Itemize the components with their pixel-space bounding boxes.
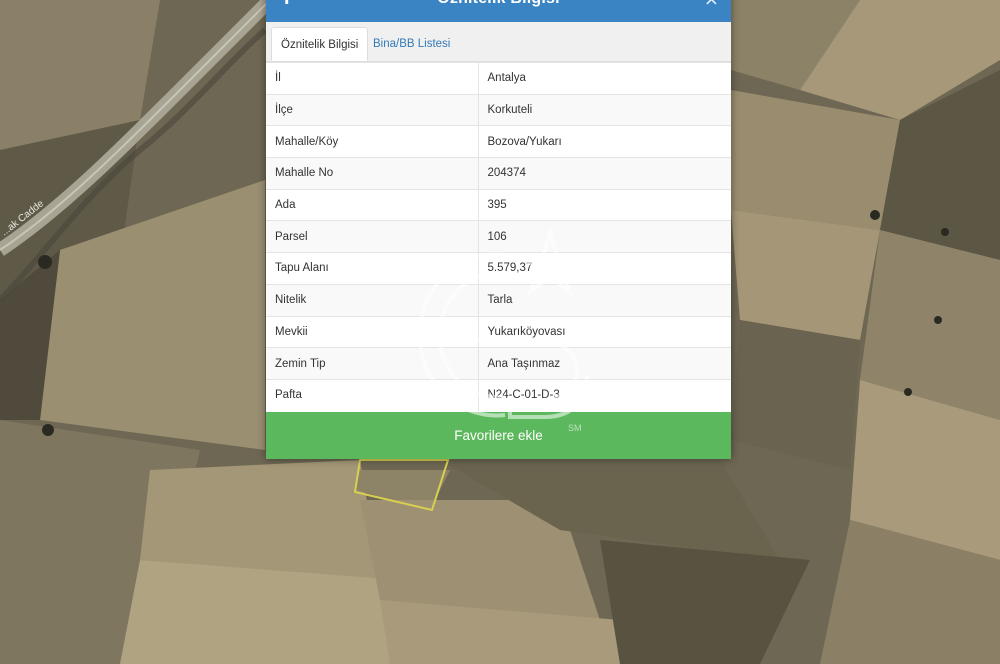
row-key: Mevkii	[266, 315, 479, 348]
attribute-info-modal: i Öznitelik Bilgisi × Öznitelik Bilgisi …	[266, 0, 731, 459]
row-key: İl	[266, 62, 479, 95]
tree	[941, 228, 949, 236]
row-key: Mahalle No	[266, 157, 479, 190]
table-row: Mahalle No 204374	[266, 157, 731, 190]
row-value: Antalya	[478, 62, 731, 95]
tab-attribute-info[interactable]: Öznitelik Bilgisi	[271, 27, 369, 61]
row-key: Parsel	[266, 220, 479, 253]
tree	[870, 210, 880, 220]
modal-title: Öznitelik Bilgisi	[266, 0, 731, 8]
row-value: 395	[478, 188, 731, 221]
tree	[904, 388, 912, 396]
tree	[42, 424, 54, 436]
table-row: Mahalle/Köy Bozova/Yukarı	[266, 125, 731, 158]
row-value: N24-C-01-D-3	[478, 378, 731, 412]
table-row: İl Antalya	[266, 62, 731, 95]
table-row: Zemin Tip Ana Taşınmaz	[266, 347, 731, 380]
row-value: Ana Taşınmaz	[478, 347, 731, 380]
row-key: İlçe	[266, 93, 479, 126]
field-patch	[731, 210, 880, 340]
table-row: Tapu Alanı 5.579,37	[266, 252, 731, 285]
row-value: Yukarıköyovası	[478, 315, 731, 348]
tree	[934, 316, 942, 324]
table-row: Pafta N24-C-01-D-3	[266, 378, 731, 412]
field-patch	[140, 460, 380, 580]
attribute-table: İl Antalya İlçe Korkuteli Mahalle/Köy Bozov…	[266, 62, 731, 412]
close-icon[interactable]: ×	[704, 0, 719, 10]
add-to-favorites-button[interactable]: Favorilere ekle	[266, 412, 731, 459]
row-key: Zemin Tip	[266, 347, 479, 380]
row-value: Korkuteli	[478, 93, 731, 126]
table-row: İlçe Korkuteli	[266, 93, 731, 126]
tree	[38, 255, 52, 269]
tab-bar: Öznitelik Bilgisi Bina/BB Listesi	[266, 22, 731, 62]
row-key: Tapu Alanı	[266, 252, 479, 285]
row-value: 204374	[478, 157, 731, 190]
row-value: Bozova/Yukarı	[478, 125, 731, 158]
row-value: 5.579,37	[478, 252, 731, 285]
row-value: Tarla	[478, 283, 731, 316]
row-key: Nitelik	[266, 283, 479, 316]
row-key: Mahalle/Köy	[266, 125, 479, 158]
table-row: Parsel 106	[266, 220, 731, 253]
row-value: 106	[478, 220, 731, 253]
tab-building-list[interactable]: Bina/BB Listesi	[364, 27, 459, 61]
modal-header: i Öznitelik Bilgisi ×	[266, 0, 731, 22]
row-key: Ada	[266, 188, 479, 221]
table-row: Mevkii Yukarıköyovası	[266, 315, 731, 348]
table-row: Ada 395	[266, 188, 731, 221]
row-key: Pafta	[266, 378, 479, 412]
table-row: Nitelik Tarla	[266, 283, 731, 316]
